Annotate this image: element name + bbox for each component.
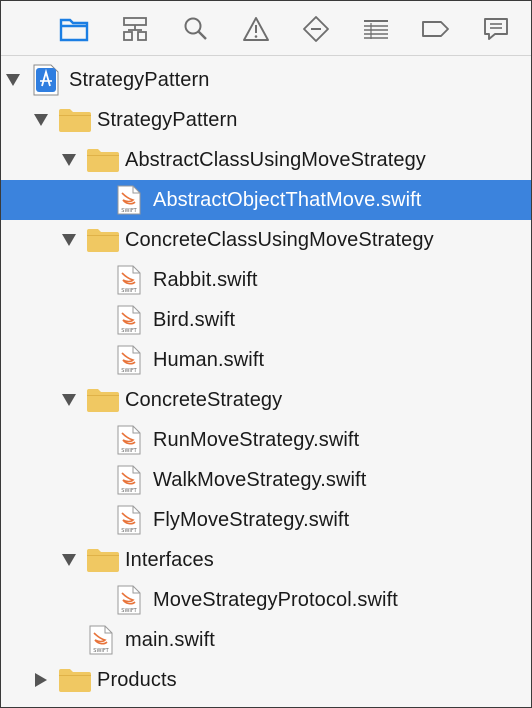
tree-row-project[interactable]: StrategyPattern [1, 60, 531, 100]
tree-row-file-run[interactable]: SWIFT RunMoveStrategy.swift [1, 420, 531, 460]
swift-file-icon: SWIFT [117, 425, 141, 455]
navigator-toolbar [1, 1, 531, 56]
file-label: AbstractObjectThatMove.swift [153, 189, 422, 211]
file-label: WalkMoveStrategy.swift [153, 469, 367, 491]
disclosure-expanded-icon[interactable] [33, 113, 49, 127]
debug-navigator-icon[interactable] [361, 14, 391, 44]
file-label: Rabbit.swift [153, 269, 258, 291]
swift-file-icon: SWIFT [117, 265, 141, 295]
report-navigator-icon[interactable] [481, 14, 511, 44]
svg-text:SWIFT: SWIFT [121, 608, 137, 614]
tree-row-file-rabbit[interactable]: SWIFT Rabbit.swift [1, 260, 531, 300]
file-label: main.swift [125, 629, 215, 651]
tree-row-file-walk[interactable]: SWIFT WalkMoveStrategy.swift [1, 460, 531, 500]
folder-icon [87, 148, 119, 172]
svg-text:SWIFT: SWIFT [93, 648, 109, 654]
file-label: RunMoveStrategy.swift [153, 429, 360, 451]
tree-row-file-fly[interactable]: SWIFT FlyMoveStrategy.swift [1, 500, 531, 540]
xcode-project-icon [33, 64, 59, 96]
file-label: MoveStrategyProtocol.swift [153, 589, 398, 611]
svg-text:SWIFT: SWIFT [121, 368, 137, 374]
tree-row-file-main[interactable]: SWIFT main.swift [1, 620, 531, 660]
tree-row-file-protocol[interactable]: SWIFT MoveStrategyProtocol.swift [1, 580, 531, 620]
tree-row-file-bird[interactable]: SWIFT Bird.swift [1, 300, 531, 340]
disclosure-expanded-icon[interactable] [61, 233, 77, 247]
svg-text:SWIFT: SWIFT [121, 288, 137, 294]
disclosure-collapsed-icon[interactable] [33, 673, 49, 687]
group-label: StrategyPattern [97, 109, 238, 131]
folder-label: AbstractClassUsingMoveStrategy [125, 149, 426, 171]
issue-navigator-icon[interactable] [241, 14, 271, 44]
swift-file-icon: SWIFT [117, 585, 141, 615]
file-label: Bird.swift [153, 309, 236, 331]
folder-label: ConcreteClassUsingMoveStrategy [125, 229, 434, 251]
folder-icon [87, 548, 119, 572]
project-label: StrategyPattern [69, 69, 210, 91]
tree-row-file-human[interactable]: SWIFT Human.swift [1, 340, 531, 380]
folder-icon [87, 388, 119, 412]
tree-row-folder-concrete-class[interactable]: ConcreteClassUsingMoveStrategy [1, 220, 531, 260]
swift-file-icon: SWIFT [117, 505, 141, 535]
breakpoint-navigator-icon[interactable] [421, 14, 451, 44]
test-navigator-icon[interactable] [301, 14, 331, 44]
disclosure-expanded-icon[interactable] [5, 73, 21, 87]
find-navigator-icon[interactable] [181, 14, 211, 44]
project-navigator-panel: StrategyPattern StrategyPattern Abstract… [0, 0, 532, 708]
tree-row-folder-concrete-strategy[interactable]: ConcreteStrategy [1, 380, 531, 420]
swift-file-icon: SWIFT [89, 625, 113, 655]
file-label: FlyMoveStrategy.swift [153, 509, 350, 531]
folder-label: ConcreteStrategy [125, 389, 283, 411]
file-label: Human.swift [153, 349, 265, 371]
project-navigator-icon[interactable] [59, 14, 89, 44]
tree-row-folder-abstract[interactable]: AbstractClassUsingMoveStrategy [1, 140, 531, 180]
swift-file-icon: SWIFT [117, 345, 141, 375]
swift-file-icon: SWIFT [117, 185, 141, 215]
svg-text:SWIFT: SWIFT [121, 328, 137, 334]
swift-file-icon: SWIFT [117, 465, 141, 495]
symbol-navigator-icon[interactable] [120, 14, 150, 44]
svg-text:SWIFT: SWIFT [121, 448, 137, 454]
tree-row-group-strategypattern[interactable]: StrategyPattern [1, 100, 531, 140]
folder-icon [87, 228, 119, 252]
folder-label: Interfaces [125, 549, 214, 571]
svg-text:SWIFT: SWIFT [121, 528, 137, 534]
svg-text:SWIFT: SWIFT [121, 488, 137, 494]
disclosure-expanded-icon[interactable] [61, 393, 77, 407]
tree-row-folder-interfaces[interactable]: Interfaces [1, 540, 531, 580]
disclosure-expanded-icon[interactable] [61, 153, 77, 167]
tree-row-file-abstract-selected[interactable]: SWIFT AbstractObjectThatMove.swift [1, 180, 531, 220]
swift-file-icon: SWIFT [117, 305, 141, 335]
folder-icon [59, 668, 91, 692]
tree-row-folder-products[interactable]: Products [1, 660, 531, 700]
svg-text:SWIFT: SWIFT [121, 208, 137, 214]
folder-label: Products [97, 669, 177, 691]
disclosure-expanded-icon[interactable] [61, 553, 77, 567]
folder-icon [59, 108, 91, 132]
